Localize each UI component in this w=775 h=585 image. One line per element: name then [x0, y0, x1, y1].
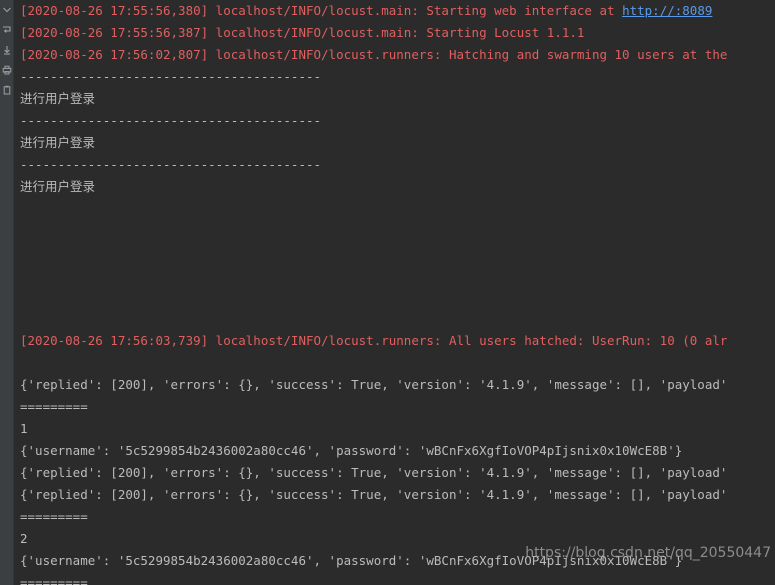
console-line: ========= — [14, 572, 775, 585]
console-line: {'username': '5c5299854b2436002a80cc46',… — [14, 550, 775, 572]
console-line-text — [20, 355, 28, 370]
console-line-text: ---------------------------------------- — [20, 69, 322, 84]
console-line-text: ---------------------------------------- — [20, 113, 322, 128]
chevron-down-icon[interactable] — [1, 4, 13, 16]
console-line: ---------------------------------------- — [14, 154, 775, 176]
web-interface-link[interactable]: http://:8089 — [622, 3, 712, 18]
console-line-text: [2020-08-26 17:56:02,807] localhost/INFO… — [20, 47, 728, 62]
console-line — [14, 242, 775, 264]
console-line-text — [20, 289, 28, 304]
console-toolbar-gutter — [0, 0, 14, 585]
console-line: [2020-08-26 17:55:56,387] localhost/INFO… — [14, 22, 775, 44]
print-icon[interactable] — [1, 64, 13, 76]
console-line: ========= — [14, 506, 775, 528]
scroll-to-end-icon[interactable] — [1, 44, 13, 56]
console-line-text: ========= — [20, 509, 88, 524]
console-line: [2020-08-26 17:55:56,380] localhost/INFO… — [14, 0, 775, 22]
console-line: 进行用户登录 — [14, 132, 775, 154]
console-line-text: {'replied': [200], 'errors': {}, 'succes… — [20, 465, 728, 480]
console-line-text: {'username': '5c5299854b2436002a80cc46',… — [20, 443, 683, 458]
console-line — [14, 220, 775, 242]
console-line-text: {'replied': [200], 'errors': {}, 'succes… — [20, 487, 728, 502]
console-line: {'replied': [200], 'errors': {}, 'succes… — [14, 374, 775, 396]
console-line: 进行用户登录 — [14, 88, 775, 110]
console-output-pane[interactable]: [2020-08-26 17:55:56,380] localhost/INFO… — [14, 0, 775, 585]
console-line: {'username': '5c5299854b2436002a80cc46',… — [14, 440, 775, 462]
console-line-list: [2020-08-26 17:55:56,380] localhost/INFO… — [14, 0, 775, 585]
console-line: {'replied': [200], 'errors': {}, 'succes… — [14, 462, 775, 484]
console-line: ========= — [14, 396, 775, 418]
console-line: 进行用户登录 — [14, 176, 775, 198]
console-line-text: 进行用户登录 — [20, 179, 96, 194]
console-line-text: 2 — [20, 531, 28, 546]
console-line: ---------------------------------------- — [14, 110, 775, 132]
console-line — [14, 198, 775, 220]
console-line-text: ---------------------------------------- — [20, 157, 322, 172]
console-line-text: ========= — [20, 575, 88, 585]
console-line-text: ========= — [20, 399, 88, 414]
console-line-text — [20, 245, 28, 260]
console-line-text: [2020-08-26 17:55:56,380] localhost/INFO… — [20, 3, 623, 18]
console-line: {'replied': [200], 'errors': {}, 'succes… — [14, 484, 775, 506]
console-line-text — [20, 201, 28, 216]
console-line-text — [20, 311, 28, 326]
console-line — [14, 308, 775, 330]
console-line-text: 进行用户登录 — [20, 91, 96, 106]
console-line: ---------------------------------------- — [14, 66, 775, 88]
console-line: 1 — [14, 418, 775, 440]
structure-icon[interactable] — [1, 24, 13, 36]
console-line — [14, 286, 775, 308]
console-line — [14, 352, 775, 374]
console-line-text: {'replied': [200], 'errors': {}, 'succes… — [20, 377, 728, 392]
console-line: [2020-08-26 17:56:03,739] localhost/INFO… — [14, 330, 775, 352]
console-line-text: {'username': '5c5299854b2436002a80cc46',… — [20, 553, 683, 568]
console-line-text: 1 — [20, 421, 28, 436]
clipboard-icon[interactable] — [1, 84, 13, 96]
console-line-text: 进行用户登录 — [20, 135, 96, 150]
console-line-text: [2020-08-26 17:56:03,739] localhost/INFO… — [20, 333, 728, 348]
console-line: 2 — [14, 528, 775, 550]
console-line — [14, 264, 775, 286]
console-line-text: [2020-08-26 17:55:56,387] localhost/INFO… — [20, 25, 585, 40]
console-line: [2020-08-26 17:56:02,807] localhost/INFO… — [14, 44, 775, 66]
console-line-text — [20, 223, 28, 238]
console-line-text — [20, 267, 28, 282]
console-window: [2020-08-26 17:55:56,380] localhost/INFO… — [0, 0, 775, 585]
